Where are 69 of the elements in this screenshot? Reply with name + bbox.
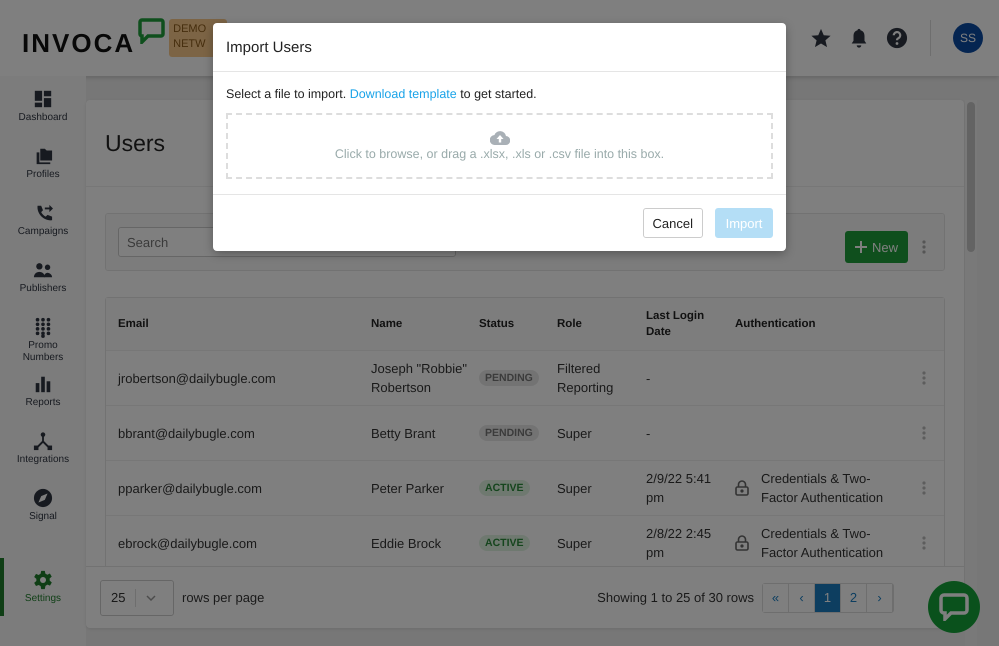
compass-icon xyxy=(33,487,53,509)
rows-per-page-label: rows per page xyxy=(182,590,264,605)
table-cell-text: Super xyxy=(557,480,593,498)
row-menu-icon[interactable] xyxy=(922,371,926,385)
column-header: Role xyxy=(557,317,583,332)
download-template-link[interactable]: Download template xyxy=(350,87,457,101)
more-icon[interactable] xyxy=(922,240,926,254)
sidebar-item[interactable]: Dashboard xyxy=(0,88,86,145)
table-cell-text: Credentials & Two-Factor Authentication xyxy=(761,470,884,507)
status-badge: PENDING xyxy=(479,425,539,441)
page-button[interactable]: « xyxy=(763,584,789,612)
page-button[interactable]: 1 xyxy=(815,584,841,612)
page-title: Users xyxy=(105,130,166,156)
page-size-select[interactable]: 25 xyxy=(100,580,174,616)
cloud-upload-icon xyxy=(490,131,510,145)
dial-pad-icon xyxy=(33,316,53,338)
sidebar-item[interactable]: Publishers xyxy=(0,259,86,316)
table-cell-text: ebrock@dailybugle.com xyxy=(118,534,258,552)
network-icon xyxy=(33,430,53,452)
column-header: Email xyxy=(118,317,150,332)
column-header: Name xyxy=(371,317,404,332)
sidebar-item[interactable]: Signal xyxy=(0,487,86,544)
settings-icon xyxy=(33,569,53,591)
dialog-title: Import Users xyxy=(226,38,312,56)
table-cell-text: 2/8/22 2:45 pm xyxy=(646,525,712,562)
table-cell-text: Peter Parker xyxy=(371,480,445,498)
new-button[interactable]: New xyxy=(844,231,908,263)
table-cell-text: jrobertson@dailybugle.com xyxy=(118,370,277,388)
table-cell-text: Eddie Brock xyxy=(371,534,442,552)
row-menu-icon[interactable] xyxy=(922,426,926,440)
table-cell-text: bbrant@dailybugle.com xyxy=(118,424,256,442)
sidebar-item[interactable]: Integrations xyxy=(0,430,86,487)
table-cell-text: Credentials & Two-Factor Authentication xyxy=(761,525,884,562)
speech-bubble-icon xyxy=(137,18,166,44)
table-cell-text: Super xyxy=(557,424,593,442)
table-cell-text: Joseph "Robbie" Robertson xyxy=(371,360,468,397)
dashboard-icon xyxy=(33,88,53,110)
file-drop-zone[interactable]: Click to browse, or drag a .xlsx, .xls or .csv file into this box. xyxy=(226,113,773,179)
sidebar-item[interactable]: Promo Numbers xyxy=(0,316,86,373)
table-cell-text: - xyxy=(646,370,652,388)
row-menu-icon[interactable] xyxy=(922,481,926,495)
chevron-down-icon xyxy=(146,594,156,600)
lock-icon xyxy=(735,535,749,551)
table-cell-text: 2/9/22 5:41 pm xyxy=(646,470,712,507)
cancel-button[interactable]: Cancel xyxy=(642,208,703,238)
user-avatar[interactable]: SS xyxy=(953,23,983,53)
plus-icon xyxy=(854,241,867,253)
lock-icon xyxy=(735,480,749,496)
sidebar-item[interactable]: Reports xyxy=(0,373,86,430)
sidebar-item[interactable]: Campaigns xyxy=(0,202,86,259)
column-header: Status xyxy=(479,317,516,332)
help-icon[interactable] xyxy=(886,27,908,49)
instruction-text: Select a file to import. Download template to get started. xyxy=(226,87,538,101)
logo-text: INVOCA xyxy=(22,28,136,58)
status-badge: ACTIVE xyxy=(479,535,530,551)
column-header: Last Login Date xyxy=(646,309,706,340)
status-badge: ACTIVE xyxy=(479,480,530,496)
table-cell-text: Filtered Reporting xyxy=(557,360,614,397)
pagination-summary: Showing 1 to 25 of 30 rows xyxy=(597,590,754,605)
speech-bubble-icon xyxy=(939,593,969,621)
sidebar-item[interactable]: Profiles xyxy=(0,145,86,202)
column-header: Authentication xyxy=(735,317,816,332)
star-icon[interactable] xyxy=(810,27,832,49)
table-cell-text: - xyxy=(646,424,652,442)
row-menu-icon[interactable] xyxy=(922,536,926,550)
table-cell-text: pparker@dailybugle.com xyxy=(118,480,263,498)
table-cell-text: Betty Brant xyxy=(371,424,436,442)
status-badge: PENDING xyxy=(479,370,539,386)
table-cell-text: Super xyxy=(557,534,593,552)
